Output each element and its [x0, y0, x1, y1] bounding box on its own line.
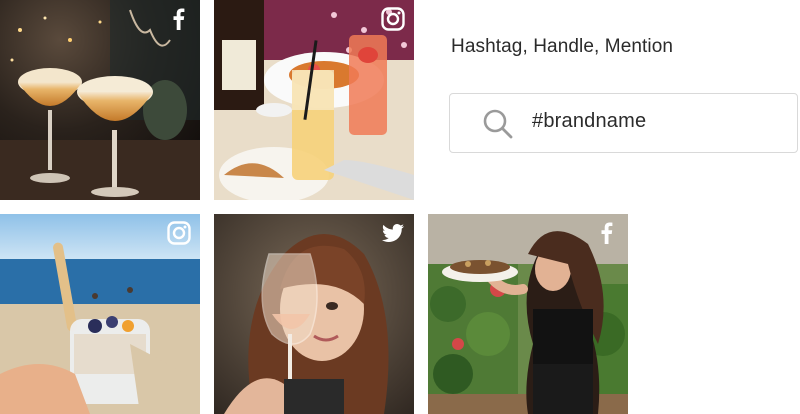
search-input[interactable]: #brandname	[449, 93, 798, 153]
twitter-icon	[380, 220, 406, 246]
search-icon	[480, 106, 516, 142]
social-post-tile[interactable]	[214, 214, 414, 414]
panel-title: Hashtag, Handle, Mention	[451, 36, 674, 57]
search-query: #brandname	[532, 110, 647, 132]
instagram-icon	[380, 6, 406, 32]
social-post-tile[interactable]	[0, 214, 200, 414]
social-post-tile[interactable]	[428, 214, 628, 414]
instagram-icon	[166, 220, 192, 246]
facebook-icon	[166, 6, 192, 32]
facebook-icon	[594, 220, 620, 246]
social-post-tile[interactable]	[214, 0, 414, 200]
social-post-tile[interactable]	[0, 0, 200, 200]
